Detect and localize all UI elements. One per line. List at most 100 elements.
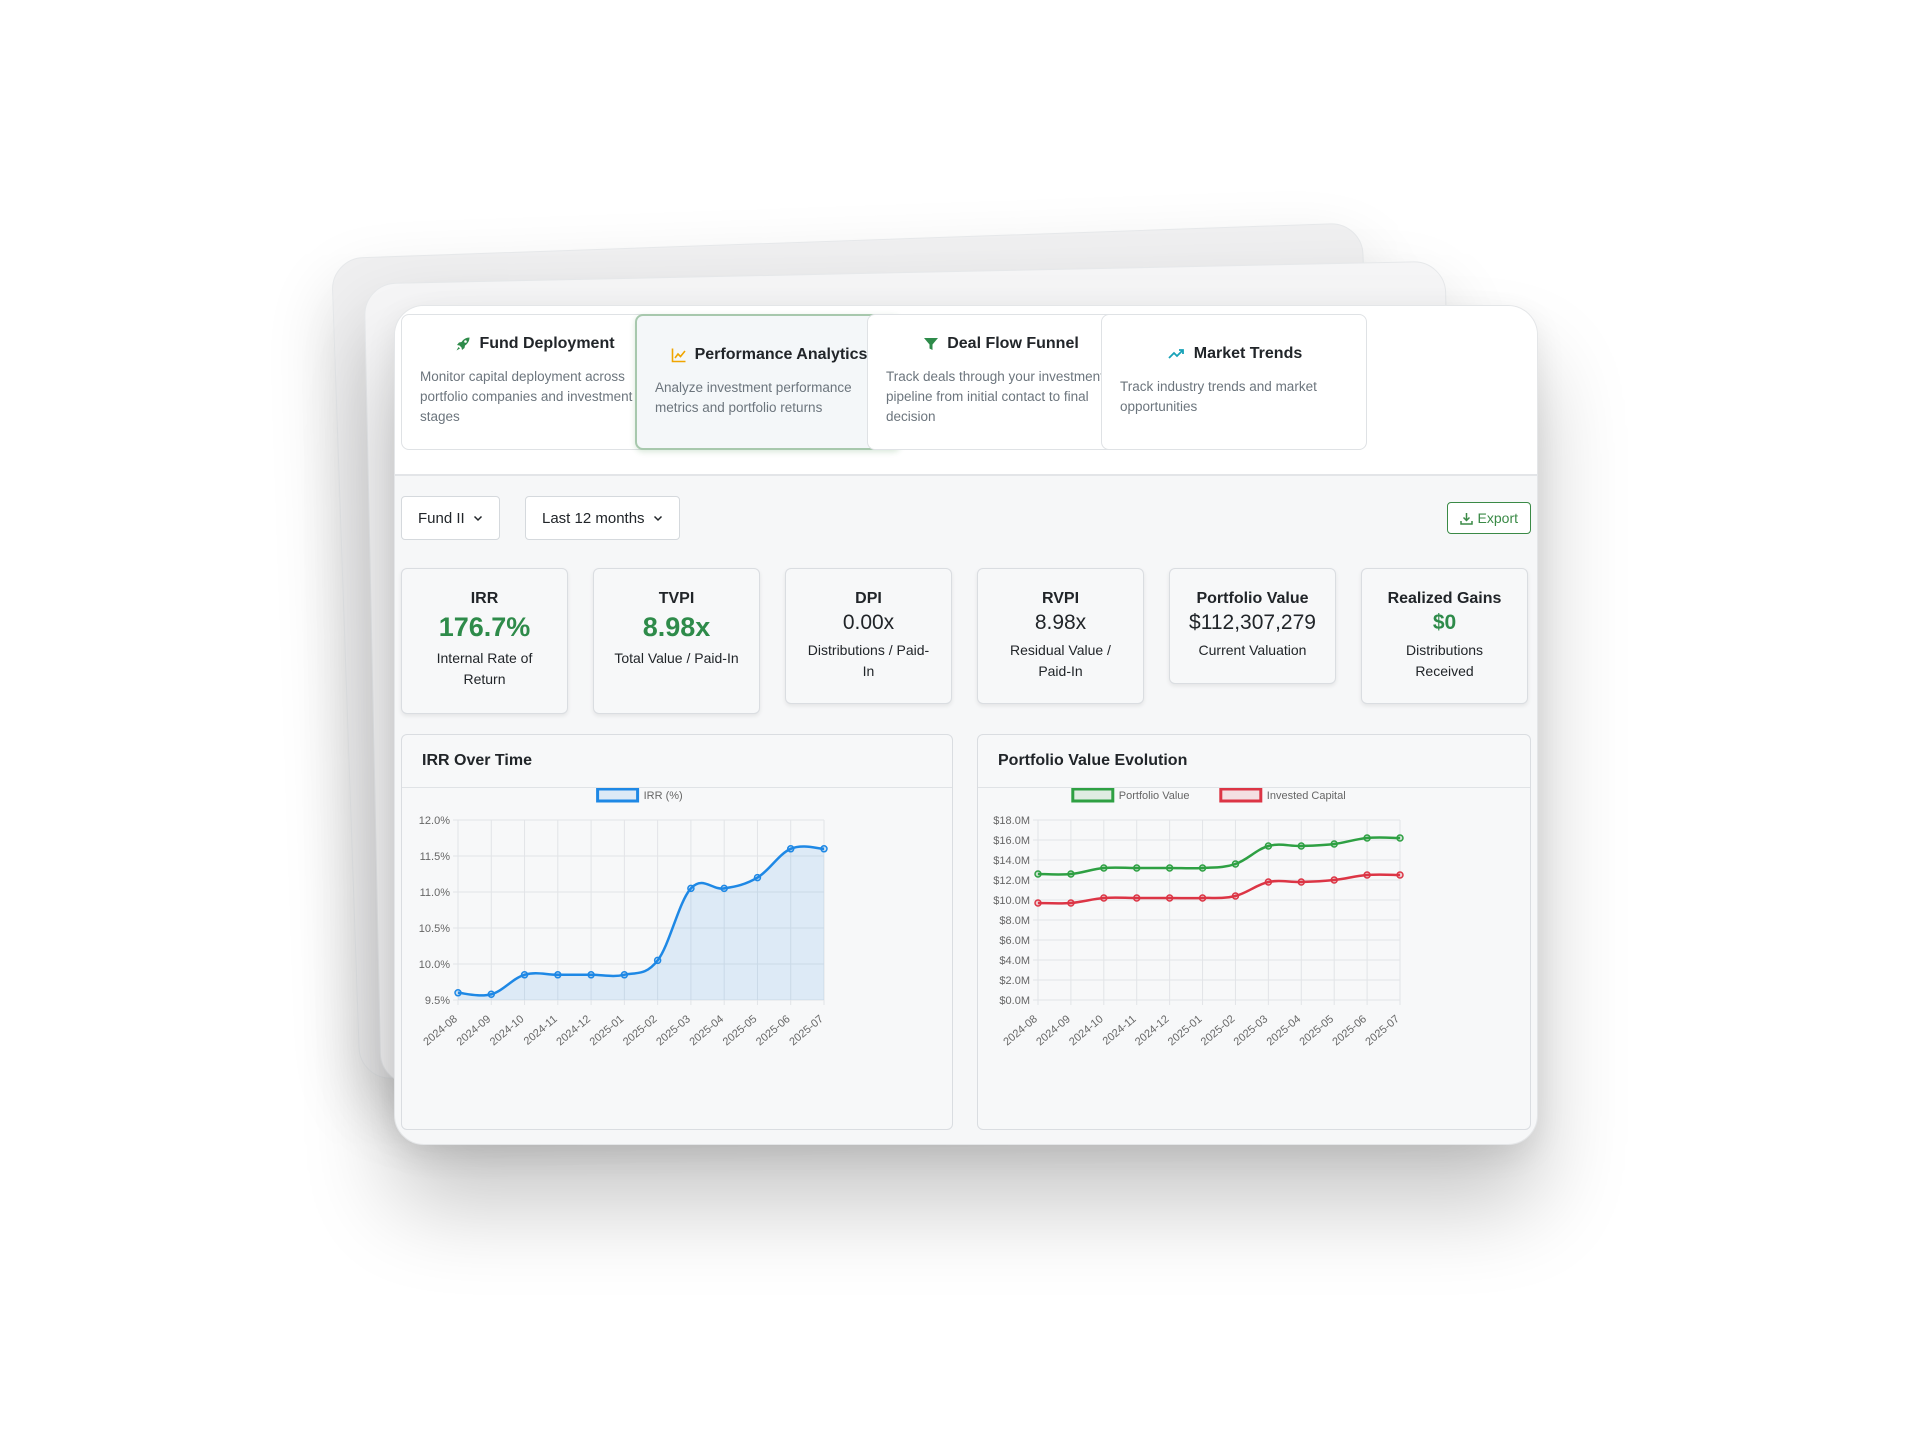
period-select[interactable]: Last 12 months: [525, 496, 680, 540]
tab-description: Analyze investment performance metrics a…: [655, 380, 852, 415]
kpi-value: $0: [1432, 611, 1457, 634]
chart-grid: [1033, 819, 1401, 1005]
y-tick-label: 10.5%: [419, 923, 450, 935]
x-tick-label: 2024-11: [522, 1013, 560, 1048]
tab-deal-flow-funnel[interactable]: Deal Flow Funnel Track deals through you…: [867, 314, 1133, 450]
x-tick-label: 2025-04: [687, 1013, 726, 1048]
y-tick-label: 12.0%: [419, 815, 450, 827]
series-line: [1037, 836, 1401, 876]
legend-swatch: [1219, 788, 1263, 803]
data-point: [1100, 894, 1108, 902]
y-tick-label: 11.0%: [420, 887, 451, 899]
kpi-subtitle: Residual Value / Paid-In: [1010, 642, 1111, 679]
kpi-subtitle: Distributions / Paid-In: [807, 642, 930, 679]
tab-title: Deal Flow Funnel: [947, 335, 1079, 352]
tab-description: Track industry trends and market opportu…: [1120, 379, 1317, 414]
kpi-label: DPI: [855, 590, 882, 607]
y-tick-label: $4.0M: [999, 955, 1030, 967]
fund-select[interactable]: Fund II: [401, 496, 500, 540]
data-point: [587, 971, 595, 979]
data-point: [1297, 878, 1306, 886]
data-point: [653, 956, 662, 965]
chevron-down-icon: [653, 513, 663, 523]
portfolio-chart-panel: Portfolio Value Evolution $18.0M $16.0M $1…: [977, 734, 1531, 1130]
tab-title: Market Trends: [1193, 345, 1303, 362]
y-tick-label: $10.0M: [993, 895, 1030, 907]
kpi-subtitle: Distributions Received: [1405, 642, 1484, 679]
y-tick-label: 9.5%: [425, 995, 450, 1007]
x-tick-label: 2024-10: [488, 1013, 527, 1048]
irr-over-time-chart: 12.0%11.5%11.0%10.5%10.0%9.5%2024-082024…: [419, 788, 828, 1048]
tab-description: Track deals through your investment pipe…: [886, 369, 1104, 424]
irr-chart-panel: IRR Over Time 12.0% 11.5% 11.0% 10.5% 10.0% 9…: [401, 734, 953, 1130]
data-point: [1363, 834, 1371, 842]
x-tick-label: 2025-02: [1199, 1013, 1238, 1048]
x-tick-label: 2025-04: [1265, 1013, 1304, 1048]
legend-swatch: [1071, 788, 1115, 803]
screenshot-stage: Fund Deployment Monitor capital deployme…: [0, 0, 1920, 1440]
y-tick-label: $6.0M: [999, 935, 1030, 947]
y-tick-label: 11.5%: [420, 851, 451, 863]
data-point: [1067, 870, 1075, 878]
x-tick-label: 2024-09: [1034, 1013, 1073, 1048]
data-point: [620, 971, 629, 979]
feature-tabs: Fund Deployment Monitor capital deployme…: [395, 306, 1537, 476]
kpi-subtitle: Current Valuation: [1198, 642, 1307, 658]
data-point: [820, 845, 828, 853]
tab-performance-analytics[interactable]: Performance Analytics Analyze investment…: [635, 314, 901, 450]
data-point: [1297, 842, 1306, 850]
data-point: [1396, 871, 1404, 879]
x-tick-label: 2024-08: [1001, 1013, 1040, 1048]
y-tick-label: $0.0M: [999, 995, 1030, 1007]
data-point: [1165, 864, 1174, 872]
data-point: [1100, 864, 1108, 872]
data-point: [1198, 894, 1207, 902]
kpi-label: IRR: [470, 590, 499, 607]
kpi-label: Portfolio Value: [1196, 590, 1309, 607]
data-point: [1067, 899, 1075, 907]
x-tick-label: 2024-10: [1067, 1013, 1106, 1048]
x-tick-label: 2025-01: [1166, 1013, 1205, 1048]
series-line: [1037, 873, 1401, 905]
x-tick-label: 2025-06: [1330, 1013, 1369, 1048]
y-tick-label: $16.0M: [993, 835, 1030, 847]
data-point: [1034, 899, 1042, 907]
data-point: [1396, 834, 1404, 842]
tab-fund-deployment[interactable]: Fund Deployment Monitor capital deployme…: [401, 314, 667, 450]
chart-line-icon: [671, 347, 687, 363]
x-tick-label: 2025-01: [588, 1013, 627, 1048]
data-point: [1330, 876, 1338, 884]
period-select-value: Last 12 months: [542, 509, 645, 527]
legend-swatch: [596, 788, 640, 803]
x-tick-label: 2025-07: [1363, 1013, 1402, 1048]
y-tick-label: $8.0M: [999, 915, 1030, 927]
y-tick-label: $14.0M: [993, 855, 1030, 867]
x-tick-label: 2024-08: [421, 1013, 460, 1048]
kpi-card-rvpi: RVPI 8.98x Residual Value / Paid-In: [977, 568, 1144, 704]
x-tick-label: 2025-06: [754, 1013, 793, 1048]
data-point: [454, 989, 462, 997]
kpi-card-irr: IRR 176.7% Internal Rate of Return: [401, 568, 568, 714]
data-point: [687, 884, 695, 893]
data-point: [1363, 871, 1371, 879]
data-point: [520, 971, 529, 979]
kpi-card-tvpi: TVPI 8.98x Total Value / Paid-In: [593, 568, 760, 714]
panel-title: IRR Over Time: [402, 735, 952, 788]
data-point: [720, 884, 728, 893]
panel-title: Portfolio Value Evolution: [978, 735, 1530, 788]
tab-title: Fund Deployment: [479, 335, 615, 352]
kpi-subtitle: Internal Rate of Return: [436, 650, 533, 687]
funnel-icon: [923, 336, 939, 352]
chevron-down-icon: [473, 513, 483, 523]
x-tick-label: 2025-07: [787, 1013, 826, 1048]
data-point: [1264, 842, 1273, 850]
kpi-value: $112,307,279: [1189, 611, 1316, 634]
data-point: [1132, 894, 1141, 902]
kpi-value: 176.7%: [438, 612, 531, 642]
data-point: [753, 873, 762, 882]
tab-market-trends[interactable]: Market Trends Track industry trends and …: [1101, 314, 1367, 450]
kpi-value: 8.98x: [1034, 611, 1087, 634]
export-button[interactable]: Export: [1446, 502, 1531, 534]
dashboard-card: Fund Deployment Monitor capital deployme…: [394, 305, 1538, 1145]
trending-up-icon: [1168, 346, 1186, 362]
